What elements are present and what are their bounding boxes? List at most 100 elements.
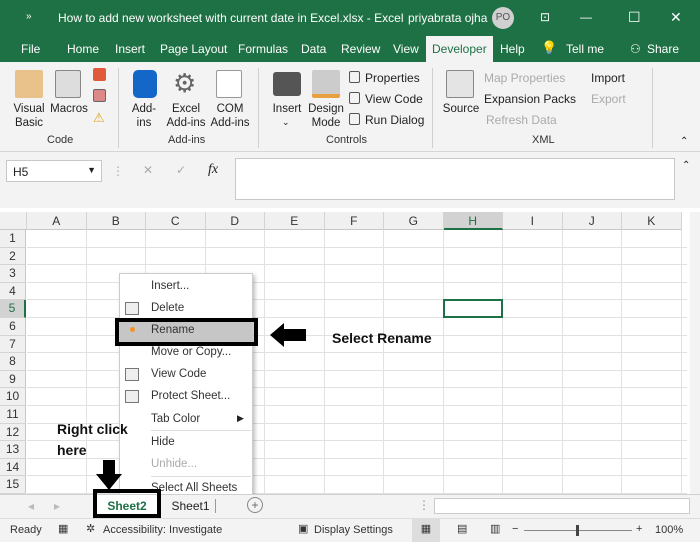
- name-box[interactable]: H5 ▼: [6, 160, 102, 182]
- column-header[interactable]: C: [146, 212, 206, 230]
- tab-data[interactable]: Data: [301, 42, 326, 56]
- selected-cell-h5[interactable]: [442, 299, 503, 318]
- view-code-button[interactable]: View Code: [365, 92, 423, 106]
- display-settings-icon[interactable]: ▣: [298, 522, 308, 535]
- row-header[interactable]: 4: [0, 282, 26, 301]
- avatar[interactable]: PO: [492, 7, 514, 29]
- row-header[interactable]: 6: [0, 318, 26, 336]
- source-button[interactable]: Source: [440, 102, 482, 116]
- refresh-data-button[interactable]: Refresh Data: [486, 113, 557, 127]
- macro-security-icon[interactable]: ⚠: [93, 110, 105, 126]
- design-mode-button[interactable]: Design Mode: [306, 102, 346, 130]
- run-dialog-button[interactable]: Run Dialog: [365, 113, 424, 127]
- menu-item-insert[interactable]: Insert...: [151, 280, 189, 292]
- page-layout-view-icon[interactable]: ▤: [457, 522, 467, 535]
- scroll-left-icon[interactable]: ◂: [28, 499, 34, 513]
- expand-formula-bar-icon[interactable]: ⌃: [682, 160, 690, 171]
- tab-review[interactable]: Review: [341, 42, 380, 56]
- export-button[interactable]: Export: [591, 92, 626, 106]
- accessibility-icon[interactable]: ✲: [86, 522, 95, 535]
- row-header[interactable]: 11: [0, 406, 26, 424]
- record-macro-icon[interactable]: [93, 68, 106, 81]
- row-header[interactable]: 9: [0, 370, 26, 389]
- map-properties-button[interactable]: Map Properties: [484, 71, 565, 85]
- row-header[interactable]: 12: [0, 423, 26, 442]
- menu-item-select-all-sheets[interactable]: Select All Sheets: [151, 482, 237, 494]
- macros-button[interactable]: Macros: [50, 102, 88, 116]
- menu-item-move-or-copy[interactable]: Move or Copy...: [151, 346, 231, 358]
- accessibility-status[interactable]: Accessibility: Investigate: [103, 524, 222, 536]
- insert-function-icon[interactable]: fx: [208, 162, 218, 178]
- minimize-button[interactable]: —: [580, 10, 592, 24]
- maximize-button[interactable]: ☐: [628, 9, 641, 26]
- expansion-packs-button[interactable]: Expansion Packs: [484, 92, 576, 106]
- share-icon[interactable]: ⚇: [630, 42, 641, 56]
- add-sheet-button[interactable]: +: [247, 497, 263, 513]
- ribbon-display-icon[interactable]: ⊡: [540, 10, 550, 24]
- vertical-scrollbar[interactable]: [690, 212, 700, 494]
- menu-item-view-code[interactable]: View Code: [151, 368, 206, 380]
- tab-help[interactable]: Help: [500, 42, 525, 56]
- import-button[interactable]: Import: [591, 71, 625, 85]
- tab-insert[interactable]: Insert: [115, 42, 145, 56]
- insert-control-button[interactable]: Insert: [268, 102, 306, 116]
- zoom-slider-thumb[interactable]: [576, 525, 579, 536]
- chevron-down-icon[interactable]: ▼: [87, 165, 96, 175]
- menu-item-protect-sheet[interactable]: Protect Sheet...: [151, 390, 230, 402]
- scroll-right-icon[interactable]: ▸: [54, 499, 60, 513]
- normal-view-icon[interactable]: ▦: [412, 519, 440, 542]
- column-header[interactable]: I: [503, 212, 563, 230]
- column-header[interactable]: D: [205, 212, 265, 230]
- relative-references-icon[interactable]: [93, 89, 106, 102]
- column-header[interactable]: G: [384, 212, 444, 230]
- macro-record-icon[interactable]: ▦: [58, 522, 68, 535]
- menu-item-hide[interactable]: Hide: [151, 436, 175, 448]
- row-header[interactable]: 14: [0, 458, 26, 477]
- zoom-slider[interactable]: [524, 525, 632, 536]
- column-header[interactable]: K: [622, 212, 682, 230]
- addins-button[interactable]: Add- ins: [125, 102, 163, 130]
- row-header[interactable]: 15: [0, 476, 26, 494]
- column-header[interactable]: J: [562, 212, 622, 230]
- row-header[interactable]: 10: [0, 388, 26, 406]
- menu-item-tab-color[interactable]: Tab Color: [151, 413, 200, 425]
- tab-home[interactable]: Home: [67, 42, 99, 56]
- column-header[interactable]: A: [27, 212, 87, 230]
- worksheet-grid[interactable]: A B C D E F G H I J K 1 2 3 4 5 6 7 8 9 10 11 12 13 14 15: [0, 212, 690, 494]
- column-header[interactable]: E: [265, 212, 325, 230]
- zoom-in-button[interactable]: +: [636, 523, 642, 535]
- sheet-tab-sheet1[interactable]: Sheet1: [166, 499, 216, 513]
- select-all-button[interactable]: [0, 212, 27, 230]
- excel-addins-button[interactable]: Excel Add-ins: [164, 102, 208, 130]
- tab-page-layout[interactable]: Page Layout: [160, 42, 227, 56]
- close-button[interactable]: ✕: [670, 9, 682, 26]
- tab-file[interactable]: File: [21, 42, 40, 56]
- cancel-icon[interactable]: ✕: [143, 163, 153, 177]
- column-header[interactable]: B: [86, 212, 146, 230]
- com-addins-button[interactable]: COM Add-ins: [208, 102, 252, 130]
- row-header[interactable]: 7: [0, 335, 26, 354]
- tab-developer[interactable]: Developer: [426, 36, 493, 62]
- page-break-view-icon[interactable]: ▥: [490, 522, 500, 535]
- display-settings-button[interactable]: Display Settings: [314, 524, 393, 536]
- zoom-level[interactable]: 100%: [655, 524, 683, 536]
- column-header[interactable]: H: [443, 212, 503, 230]
- share-button[interactable]: Share: [647, 42, 679, 56]
- quick-access-icon[interactable]: »: [26, 11, 32, 22]
- tab-view[interactable]: View: [393, 42, 419, 56]
- visual-basic-button[interactable]: Visual Basic: [8, 102, 50, 130]
- row-header[interactable]: 2: [0, 247, 26, 266]
- properties-button[interactable]: Properties: [365, 71, 420, 85]
- horizontal-scrollbar[interactable]: [434, 498, 690, 514]
- formula-input[interactable]: [235, 158, 675, 200]
- menu-item-unhide[interactable]: Unhide...: [151, 458, 197, 470]
- menu-item-delete[interactable]: Delete: [151, 302, 184, 314]
- row-header[interactable]: 8: [0, 353, 26, 371]
- row-header[interactable]: 3: [0, 265, 26, 283]
- enter-icon[interactable]: ✓: [176, 163, 186, 177]
- tab-formulas[interactable]: Formulas: [238, 42, 288, 56]
- column-header[interactable]: F: [324, 212, 384, 230]
- collapse-ribbon-icon[interactable]: ⌃: [680, 136, 688, 147]
- row-header[interactable]: 1: [0, 230, 26, 248]
- tell-me-search[interactable]: Tell me: [566, 42, 604, 56]
